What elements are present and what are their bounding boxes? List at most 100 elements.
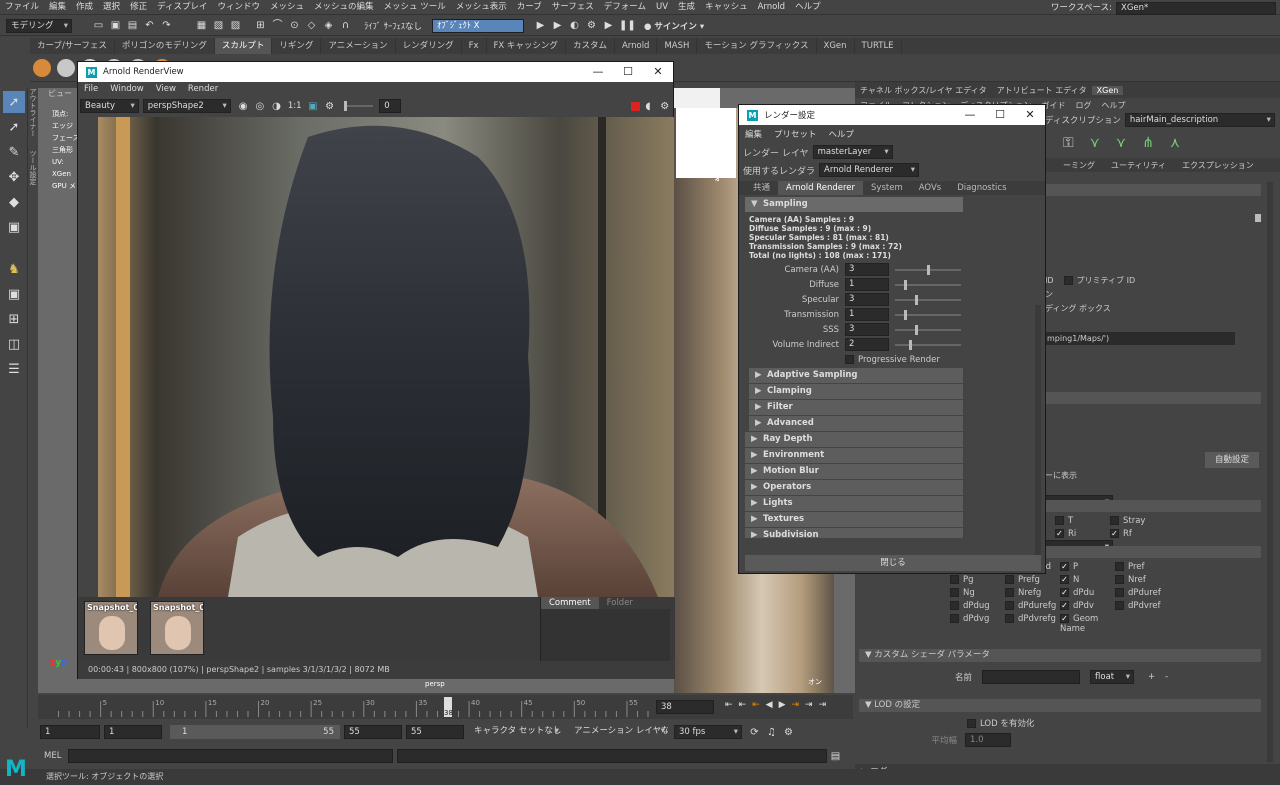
render-settings-tab[interactable]: Arnold Renderer	[778, 181, 864, 195]
step-forward-icon[interactable]: ⇥	[805, 700, 813, 710]
render-icon[interactable]: ▶	[534, 19, 547, 32]
sampling-attr-slider[interactable]	[895, 324, 961, 335]
output-checkbox-item[interactable]: Ng	[950, 588, 1005, 598]
tab-folder[interactable]: Folder	[599, 597, 641, 609]
output-checkbox-item[interactable]: ✓ dPdv	[1060, 601, 1115, 611]
menu-item[interactable]: ディスプレイ	[152, 0, 212, 15]
output-checkbox[interactable]: ✓	[1060, 588, 1069, 597]
sampling-attr-slider-knob[interactable]	[904, 279, 908, 290]
character-set-dropdown[interactable]: キャラクタ セットなし	[470, 725, 562, 739]
render-settings-tab[interactable]: Diagnostics	[949, 181, 1014, 195]
output-checkbox[interactable]	[950, 614, 959, 623]
snap-curve-icon[interactable]: ⌒	[271, 19, 284, 32]
sampling-attr-field[interactable]: 1	[845, 308, 889, 321]
output-checkbox-item[interactable]: Pref	[1115, 562, 1170, 572]
shelf-tab[interactable]: カスタム	[566, 38, 615, 54]
render-view-icon[interactable]: ▶	[551, 19, 564, 32]
sculpt-tool-icon[interactable]	[33, 58, 51, 77]
mel-input[interactable]	[68, 749, 393, 763]
renderview-menu-item[interactable]: Window	[104, 82, 150, 96]
subsection-header[interactable]: ▶ Filter	[749, 400, 963, 415]
sampling-attr-slider-knob[interactable]	[915, 324, 919, 335]
render-settings-tab[interactable]: AOVs	[911, 181, 949, 195]
ipr-play-icon[interactable]: ◖	[642, 100, 655, 113]
settings-icon[interactable]: ⚙	[658, 100, 671, 113]
menu-item[interactable]: メッシュの編集	[309, 0, 379, 15]
avg-width-field[interactable]: 1.0	[965, 733, 1011, 747]
menu-item[interactable]: 作成	[71, 0, 98, 15]
exposure-slider[interactable]	[343, 101, 374, 111]
sampling-section[interactable]: ▼ Sampling	[745, 197, 963, 212]
sampling-attr-field[interactable]: 3	[845, 263, 889, 276]
render-settings-icon[interactable]: ⚙	[585, 19, 598, 32]
anim-layer-dropdown[interactable]: アニメーション レイヤなし	[570, 725, 668, 739]
output-checkbox[interactable]: ✓	[1055, 529, 1064, 538]
redo-icon[interactable]: ↷	[160, 19, 173, 32]
menu-item[interactable]: メッシュ表示	[451, 0, 512, 15]
minimize-icon[interactable]: —	[955, 105, 985, 125]
render-settings-tab[interactable]: System	[863, 181, 911, 195]
render-layer-dropdown[interactable]: masterLayer	[812, 145, 893, 159]
output-checkbox[interactable]	[950, 575, 959, 584]
auto-set-button[interactable]: 自動設定	[1205, 452, 1259, 468]
renderview-titlebar[interactable]: M Arnold RenderView — ☐ ✕	[78, 62, 673, 82]
sampling-attr-slider-knob[interactable]	[904, 309, 908, 320]
rs-scrollbar[interactable]	[1035, 305, 1041, 555]
output-checkbox-item[interactable]: dPdurefg	[1005, 601, 1060, 611]
render-settings-menu-item[interactable]: ヘルプ	[823, 128, 861, 142]
render-settings-tab[interactable]: 共通	[745, 181, 778, 195]
shelf-tab[interactable]: Arnold	[615, 38, 658, 54]
output-checkbox-item[interactable]: Nrefg	[1005, 588, 1060, 598]
move-tool-icon[interactable]: ✥	[3, 166, 25, 188]
mode-dropdown[interactable]: モデリング	[6, 18, 72, 33]
playblast-icon[interactable]: ▶	[602, 19, 615, 32]
output-checkbox[interactable]	[1005, 588, 1014, 597]
rotate-tool-icon[interactable]: ◆	[3, 191, 25, 213]
four-view-icon[interactable]: ⊞	[3, 308, 25, 330]
soft-select-icon[interactable]: ♞	[3, 258, 25, 280]
output-checkbox[interactable]: ✓	[1060, 575, 1069, 584]
comb-guide-icon[interactable]: ⋏	[1170, 135, 1180, 151]
close-button[interactable]: 閉じる	[745, 555, 1041, 571]
subsection-header[interactable]: ▶ Clamping	[749, 384, 963, 399]
gear-icon[interactable]: ⚙	[323, 100, 336, 113]
camera-dropdown[interactable]: perspShape2	[142, 99, 231, 113]
script-editor-icon[interactable]: ▤	[829, 750, 842, 763]
snap-grid-icon[interactable]: ⊞	[254, 19, 267, 32]
output-checkbox[interactable]: ✓	[1060, 614, 1069, 623]
sculpt-guide-icon[interactable]: ⋔	[1142, 135, 1154, 151]
output-checkbox-item[interactable]: dPdug	[950, 601, 1005, 611]
shelf-tab[interactable]: Fx	[462, 38, 487, 54]
loop-icon[interactable]: ⟳	[748, 726, 761, 739]
select-component-icon[interactable]: ▨	[229, 19, 242, 32]
menu-item[interactable]: ヘルプ	[790, 0, 826, 15]
sampling-attr-field[interactable]: 1	[845, 278, 889, 291]
tab-xgen[interactable]: XGen	[1091, 85, 1124, 95]
output-checkbox-item[interactable]: Prefg	[1005, 575, 1060, 585]
renderview-menu-item[interactable]: Render	[182, 82, 224, 96]
render-settings-menu-item[interactable]: プリセット	[768, 128, 823, 142]
sampling-attr-field[interactable]: 3	[845, 323, 889, 336]
mel-label[interactable]: MEL	[38, 751, 68, 761]
output-checkbox-item[interactable]: dPdvg	[950, 614, 1005, 634]
output-checkbox[interactable]	[1055, 516, 1064, 525]
right-scrollbar[interactable]	[1267, 182, 1273, 762]
subsection-header[interactable]: ▶ Adaptive Sampling	[749, 368, 963, 383]
crop-region-icon[interactable]: ◎	[253, 100, 266, 113]
current-frame-field[interactable]: 38	[656, 700, 714, 714]
menu-item[interactable]: 生成	[673, 0, 700, 15]
shelf-tab[interactable]: スカルプト	[214, 38, 273, 54]
magnet-icon[interactable]: ∩	[339, 19, 352, 32]
map-path-field[interactable]: mping1/Maps/')	[1045, 332, 1235, 345]
start-frame-field[interactable]: 1	[40, 725, 100, 739]
output-checkbox-item[interactable]: ✓ Rf	[1110, 529, 1165, 539]
snap-point-icon[interactable]: ⊙	[288, 19, 301, 32]
xgen-menu-item[interactable]: ログ	[1070, 100, 1096, 111]
menu-item[interactable]: メッシュ	[265, 0, 309, 15]
sampling-attr-slider[interactable]	[895, 264, 961, 275]
output-checkbox[interactable]	[1005, 614, 1014, 623]
range-end-field[interactable]: 55	[344, 725, 402, 739]
section-header[interactable]: ▶ Operators	[745, 480, 963, 495]
output-checkbox[interactable]: ✓	[1060, 562, 1069, 571]
snapshot-thumb-2[interactable]: Snapshot_0	[150, 601, 204, 655]
